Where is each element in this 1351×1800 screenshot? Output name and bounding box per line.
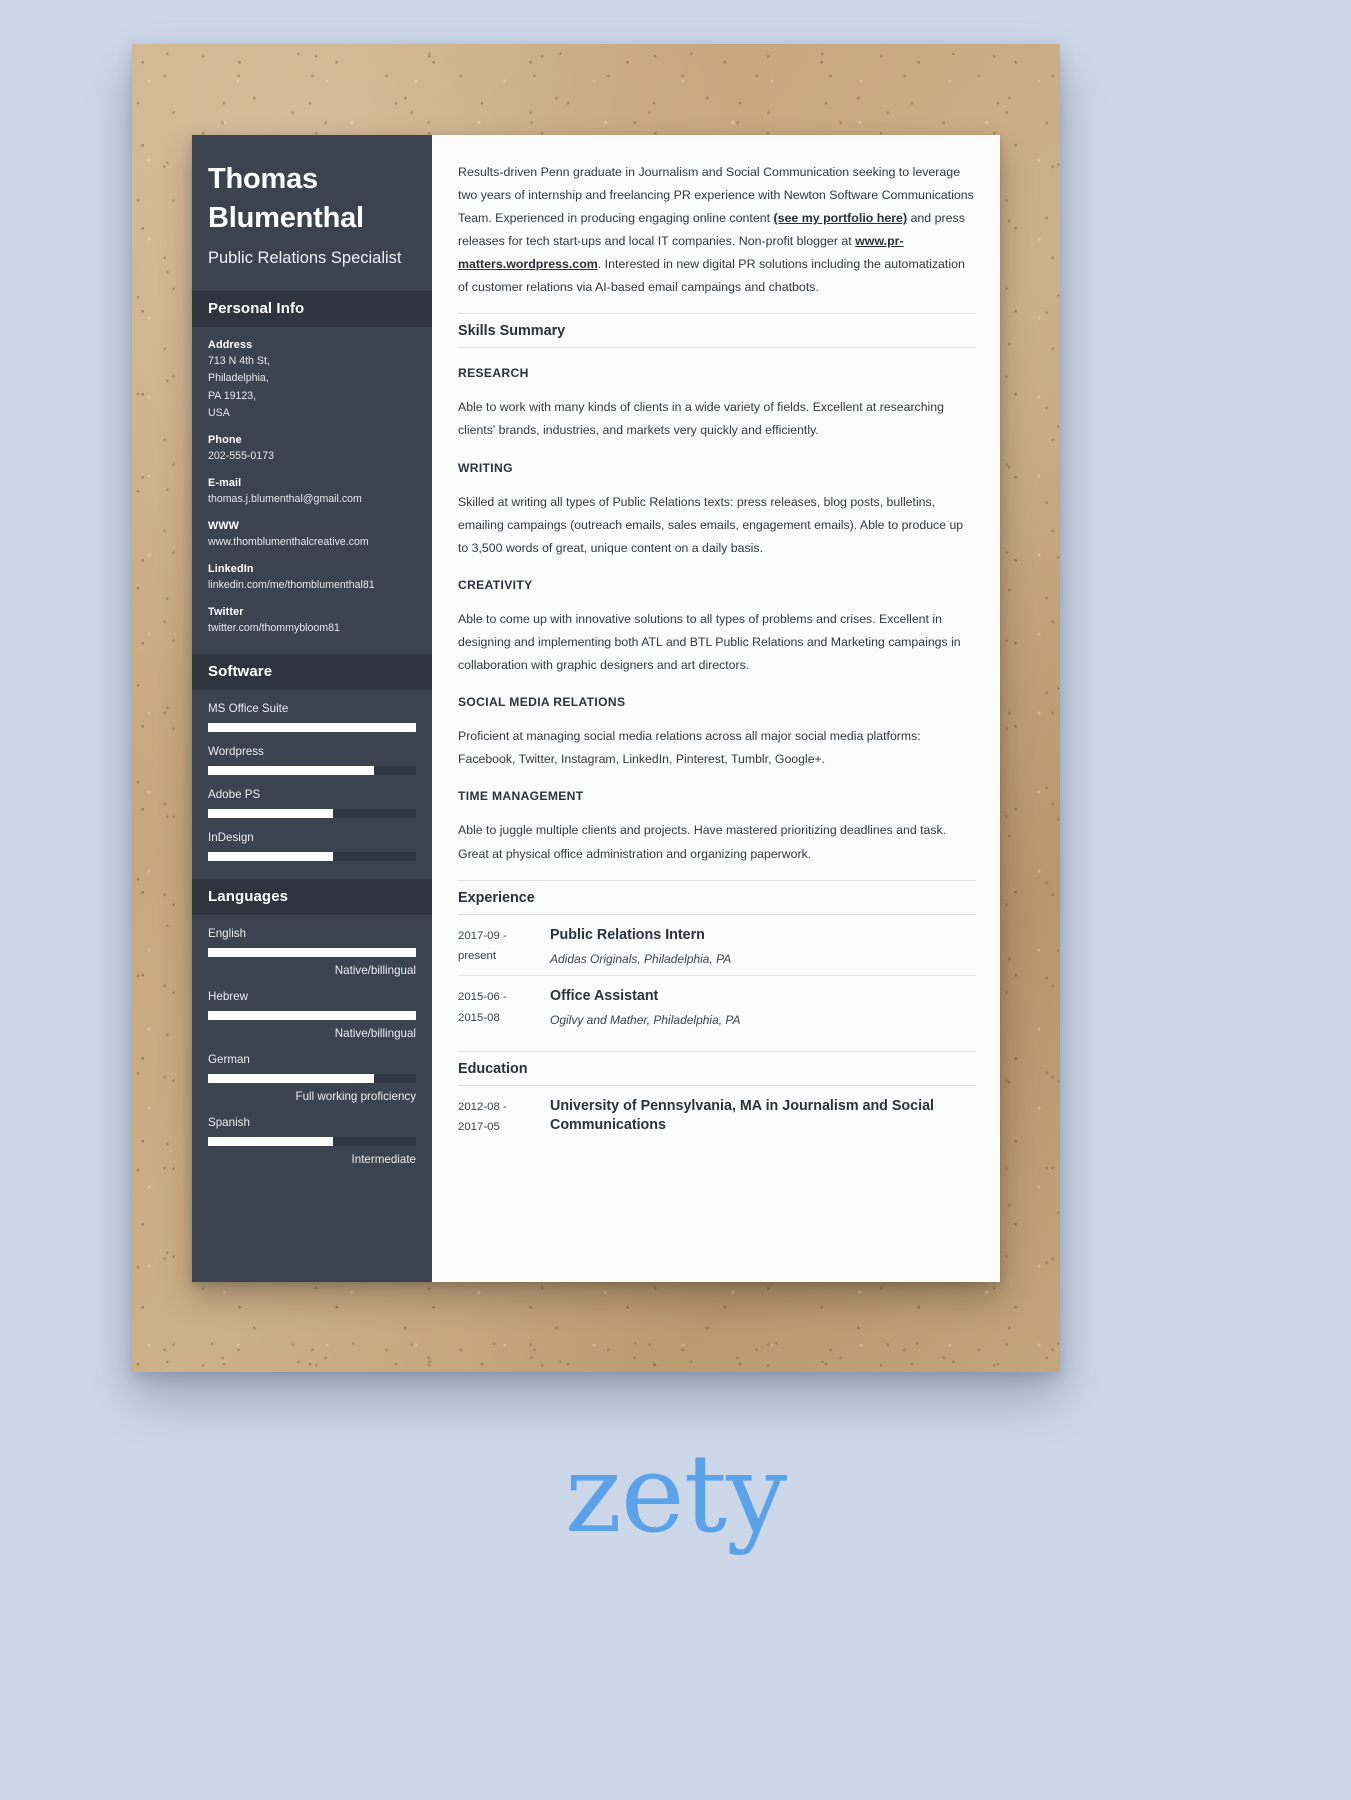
skill-block: CREATIVITY Able to come up with innovativ… [458, 578, 976, 677]
language-bar-track [208, 1010, 416, 1020]
education-date: 2012-08 - 2017-05 [458, 1101, 507, 1134]
skill-heading: CREATIVITY [458, 577, 533, 592]
experience-subtitle: Adidas Originals, Philadelphia, PA [550, 951, 732, 966]
resume-sidebar: Thomas Blumenthal Public Relations Speci… [192, 135, 432, 1282]
experience-title: Public Relations Intern [550, 926, 705, 943]
language-bar-fill [208, 1010, 416, 1020]
software-item: Adobe PS [208, 788, 416, 818]
experience-title: Office Assistant [550, 988, 659, 1005]
name-block: Thomas Blumenthal Public Relations Speci… [192, 135, 432, 291]
personal-info-list: Address 713 N 4th St, Philadelphia, PA 1912… [192, 327, 432, 653]
software-bar-track [208, 851, 416, 861]
skill-block: WRITING Skilled at writing all types of P… [458, 461, 976, 560]
skill-heading: SOCIAL MEDIA RELATIONS [458, 695, 626, 710]
language-name: Spanish [208, 1115, 250, 1129]
software-item: InDesign [208, 831, 416, 861]
zety-logo: zety [564, 1432, 787, 1557]
experience-date: 2017-09 - present [458, 929, 507, 962]
section-title-education: Education [458, 1051, 976, 1086]
skill-block: RESEARCH Able to work with many kinds of … [458, 366, 976, 442]
section-header-languages: Languages [192, 878, 432, 915]
skill-heading: RESEARCH [458, 366, 529, 381]
experience-subtitle: Ogilvy and Mather, Philadelphia, PA [550, 1013, 741, 1028]
info-value-linkedin: linkedin.com/me/thomblumenthal81 [208, 579, 375, 592]
language-item: German Full working proficiency [208, 1053, 416, 1103]
software-name: Adobe PS [208, 787, 261, 801]
section-title-skills-summary: Skills Summary [458, 313, 976, 349]
software-list: MS Office Suite Wordpress Adobe PS InDesign [192, 690, 432, 879]
language-bar-fill [208, 947, 416, 957]
skill-description: Able to work with many kinds of clients … [458, 400, 944, 438]
software-item: Wordpress [208, 745, 416, 775]
info-value-address: 713 N 4th St, Philadelphia, PA 19123, USA [208, 355, 270, 419]
skill-description: Able to juggle multiple clients and proj… [458, 823, 947, 861]
software-name: MS Office Suite [208, 701, 289, 715]
info-value-twitter: twitter.com/thommybloom81 [208, 622, 340, 635]
language-bar-fill [208, 1136, 333, 1146]
software-bar-fill [208, 722, 416, 732]
candidate-name: Thomas Blumenthal [208, 163, 364, 234]
resume-document: Thomas Blumenthal Public Relations Speci… [192, 135, 1000, 1282]
language-level: Full working proficiency [295, 1089, 417, 1103]
language-bar-fill [208, 1073, 375, 1083]
language-bar-track [208, 1136, 416, 1146]
skill-block: TIME MANAGEMENT Able to juggle multiple c… [458, 789, 976, 865]
language-item: Spanish Intermediate [208, 1116, 416, 1166]
software-bar-fill [208, 765, 375, 775]
info-label-linkedin: LinkedIn [208, 563, 254, 576]
experience-details: Office Assistant Ogilvy and Mather, Phila… [550, 987, 976, 1029]
experience-date: 2015-06 - 2015-08 [458, 991, 507, 1024]
info-label-e-mail: E-mail [208, 477, 242, 490]
section-title-experience: Experience [458, 879, 976, 915]
software-bar-track [208, 722, 416, 732]
education-entry: 2012-08 - 2017-05 University of Pennsylva… [458, 1086, 976, 1146]
section-header-personal-info: Personal Info [192, 291, 432, 328]
portfolio-link[interactable]: (see my portfolio here) [774, 211, 908, 225]
software-name: InDesign [208, 830, 254, 844]
skill-description: Skilled at writing all types of Public R… [458, 494, 964, 555]
language-name: Hebrew [208, 989, 248, 1003]
language-item: English Native/billingual [208, 927, 416, 977]
language-name: English [208, 926, 247, 940]
professional-summary: Results-driven Penn graduate in Journali… [458, 161, 976, 299]
resume-main-column: Results-driven Penn graduate in Journali… [432, 135, 1000, 1282]
software-bar-track [208, 808, 416, 818]
software-item: MS Office Suite [208, 702, 416, 732]
experience-entry: 2017-09 - present Public Relations Intern… [458, 915, 976, 977]
languages-list: English Native/billingual Hebrew Native/bil… [192, 915, 432, 1184]
section-header-software: Software [192, 653, 432, 690]
skill-description: Proficient at managing social media rela… [458, 729, 921, 767]
software-name: Wordpress [208, 744, 264, 758]
education-title: University of Pennsylvania, MA in Journa… [550, 1098, 935, 1133]
experience-details: Public Relations Intern Adidas Originals,… [550, 926, 976, 968]
info-label-twitter: Twitter [208, 606, 244, 619]
language-name: German [208, 1052, 250, 1066]
info-value-e-mail: thomas.j.blumenthal@gmail.com [208, 493, 362, 506]
language-level: Intermediate [351, 1152, 416, 1166]
skill-description: Able to come up with innovative solution… [458, 611, 961, 673]
candidate-job-title: Public Relations Specialist [208, 249, 402, 268]
skill-heading: TIME MANAGEMENT [458, 789, 584, 804]
skill-heading: WRITING [458, 460, 513, 475]
info-label-www: WWW [208, 520, 240, 533]
info-value-www: www.thomblumenthalcreative.com [208, 536, 369, 549]
info-label-address: Address [208, 339, 253, 352]
language-level: Native/billingual [334, 963, 416, 977]
language-level: Native/billingual [334, 1026, 416, 1040]
software-bar-fill [208, 851, 333, 861]
skill-block: SOCIAL MEDIA RELATIONS Proficient at mana… [458, 695, 976, 771]
software-bar-fill [208, 808, 333, 818]
info-value-phone: 202-555-0173 [208, 449, 274, 462]
software-bar-track [208, 765, 416, 775]
education-details: University of Pennsylvania, MA in Journa… [550, 1097, 976, 1138]
language-item: Hebrew Native/billingual [208, 990, 416, 1040]
language-bar-track [208, 947, 416, 957]
language-bar-track [208, 1073, 416, 1083]
experience-entry: 2015-06 - 2015-08 Office Assistant Ogilvy … [458, 976, 976, 1037]
info-label-phone: Phone [208, 433, 242, 446]
